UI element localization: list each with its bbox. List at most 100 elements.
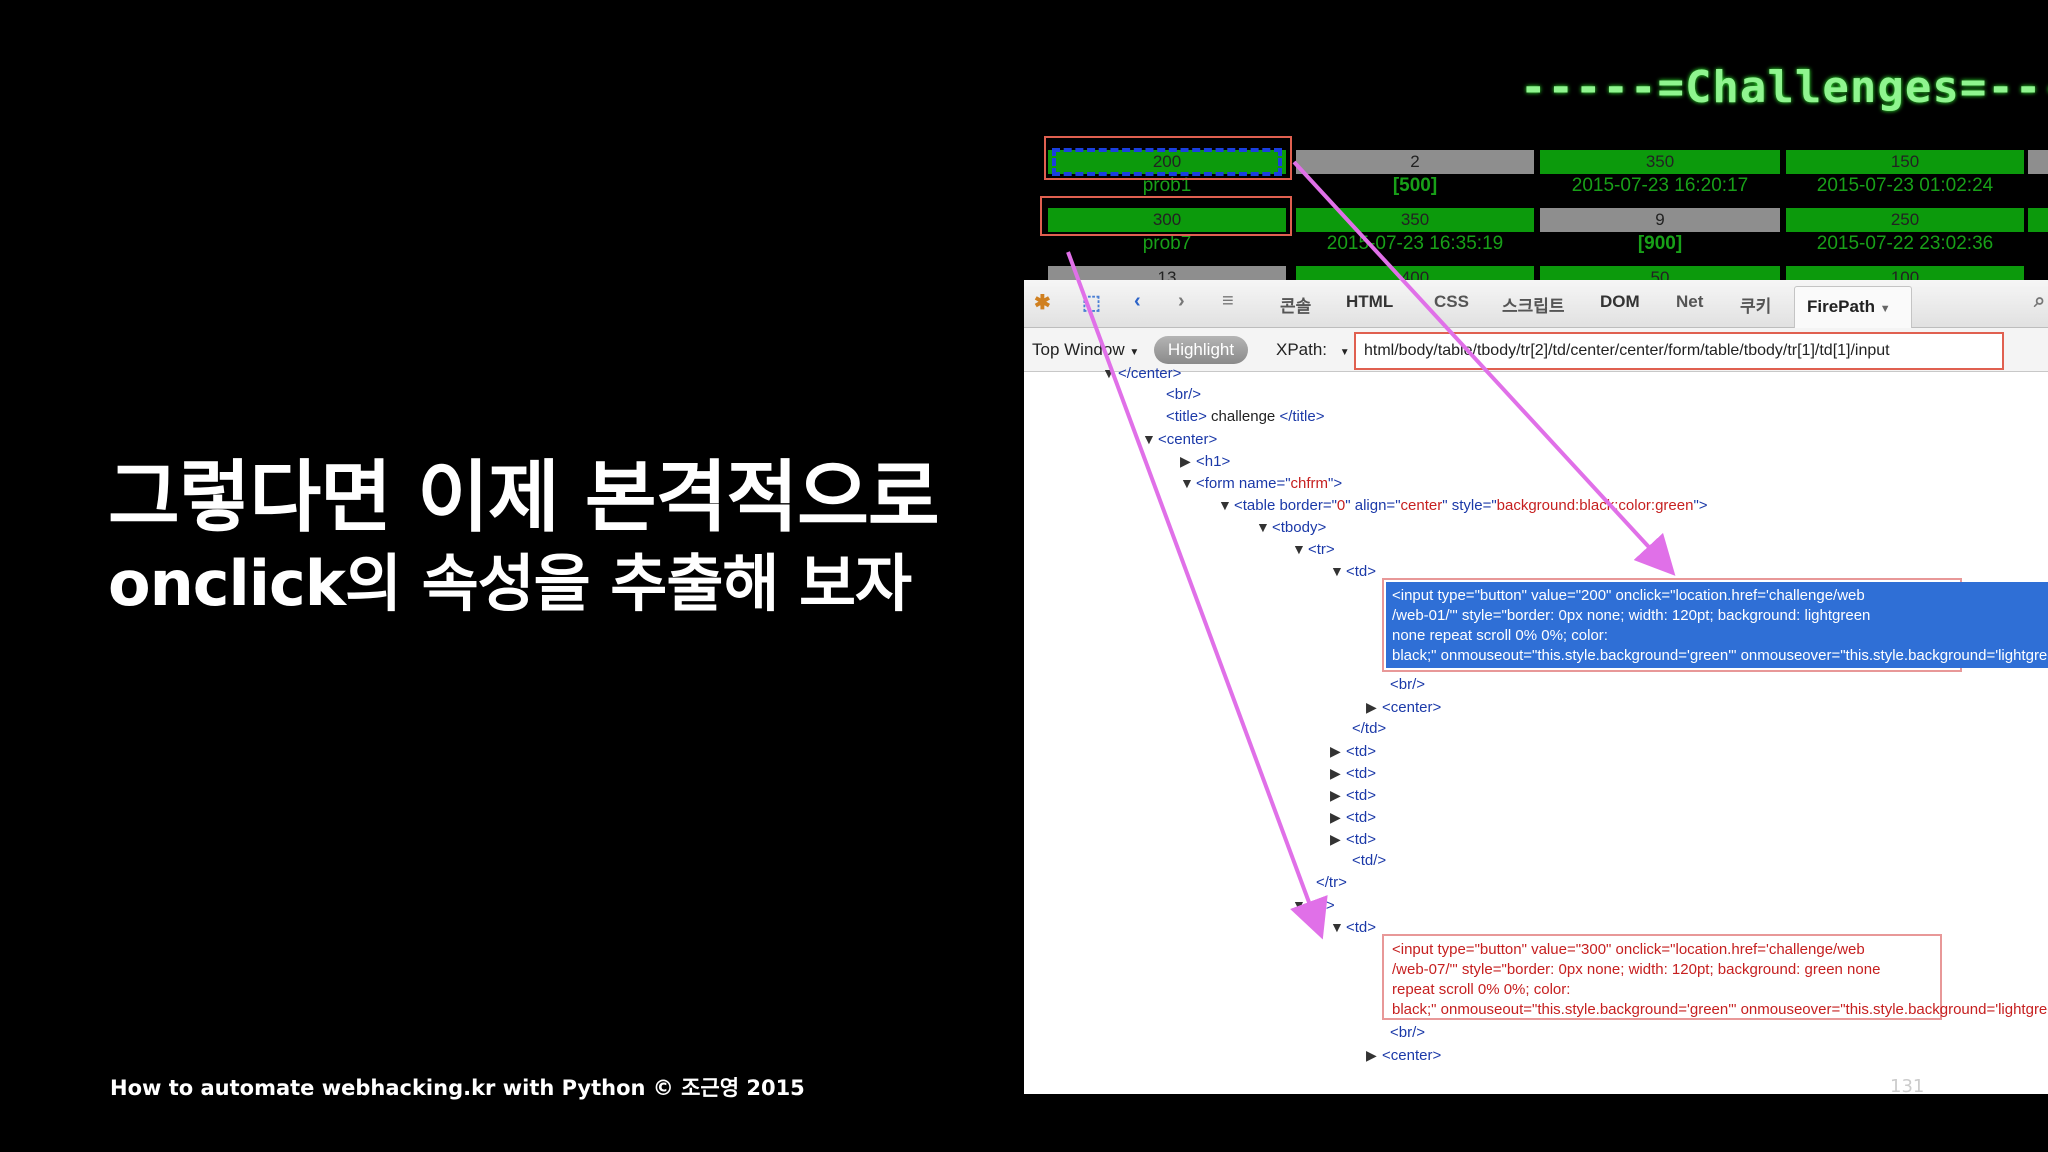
chevron-down-icon[interactable]: ▼ bbox=[1340, 347, 1350, 358]
expand-triangle-icon[interactable]: ▼ bbox=[1330, 560, 1346, 582]
collapse-triangle-icon[interactable]: ▶ bbox=[1330, 784, 1346, 806]
tree-row[interactable]: ▶ <td> bbox=[1330, 784, 1376, 806]
firebug-panel: ✱ ⬚ ‹ › ≡ 콘솔 HTML CSS 스크립트 DOM Net 쿠키 Fi… bbox=[1024, 280, 2048, 1094]
tree-row[interactable]: ▼ <tr> bbox=[1292, 894, 1335, 916]
expand-triangle-icon[interactable]: ▼ bbox=[1292, 538, 1308, 560]
tree-tag: </center> bbox=[1118, 365, 1182, 382]
title-line-1: 그렇다면 이제 본격적으로 bbox=[108, 453, 940, 543]
tree-tag: <td> bbox=[1346, 743, 1377, 760]
tree-tag: </title> bbox=[1279, 408, 1325, 425]
tree-tag: <tr> bbox=[1308, 897, 1335, 914]
tab-script[interactable]: 스크립트 bbox=[1502, 292, 1565, 317]
tree-attr-value: chfrm bbox=[1290, 475, 1329, 492]
tree-row[interactable]: </td> bbox=[1352, 718, 1386, 740]
tree-row[interactable]: ▼ <td> bbox=[1330, 560, 1376, 582]
tree-row[interactable]: <br/> bbox=[1166, 384, 1201, 406]
tree-row[interactable]: <br/> bbox=[1390, 1022, 1425, 1044]
firebug-icon[interactable]: ✱ bbox=[1034, 290, 1051, 315]
expand-triangle-icon[interactable]: ▼ bbox=[1102, 362, 1118, 384]
expand-triangle-icon[interactable]: ▼ bbox=[1142, 428, 1158, 450]
tree-row[interactable]: ▶ <td> bbox=[1330, 806, 1376, 828]
challenge-cell[interactable]: 350 2015-07-23 16:35:19 bbox=[1296, 208, 1534, 256]
selected-input-node[interactable]: <input type="button" value="200" onclick… bbox=[1386, 582, 2048, 668]
inspect-icon[interactable]: ⬚ bbox=[1082, 290, 1101, 315]
tree-tag: <td> bbox=[1346, 765, 1377, 782]
tab-html[interactable]: HTML bbox=[1346, 292, 1393, 312]
tree-row[interactable]: ▼ <form name="chfrm"> bbox=[1180, 472, 1342, 494]
tree-tag: <td> bbox=[1346, 919, 1377, 936]
collapse-triangle-icon[interactable]: ▶ bbox=[1366, 1044, 1382, 1066]
top-window-select[interactable]: Top Window ▼ bbox=[1032, 340, 1139, 360]
tree-row[interactable]: <br/> bbox=[1390, 674, 1425, 696]
tree-row[interactable]: ▶ <td> bbox=[1330, 740, 1376, 762]
challenge-cell[interactable]: 250 2015-07-22 23:02:36 bbox=[1786, 208, 2024, 256]
tree-row[interactable]: <title> challenge </title> bbox=[1166, 406, 1324, 428]
challenge-button[interactable]: 150 bbox=[1786, 150, 2024, 174]
tree-row[interactable]: ▼ <tr> bbox=[1292, 538, 1335, 560]
challenge-label: 2015-07-22 23:02:36 bbox=[1816, 233, 1994, 254]
challenge-button[interactable]: 350 bbox=[1540, 150, 1780, 174]
collapse-triangle-icon[interactable]: ▶ bbox=[1330, 828, 1346, 850]
tab-cookies[interactable]: 쿠키 bbox=[1740, 292, 1771, 317]
tree-row[interactable]: ▶ <td> bbox=[1330, 828, 1376, 850]
tree-tag: <tr> bbox=[1308, 541, 1335, 558]
tab-firepath[interactable]: FirePath ▼ bbox=[1794, 286, 1912, 328]
collapse-triangle-icon[interactable]: ▶ bbox=[1366, 696, 1382, 718]
search-icon[interactable]: ⌕ bbox=[2034, 290, 2045, 313]
tree-tag: <tbody> bbox=[1272, 519, 1327, 536]
tab-css[interactable]: CSS bbox=[1434, 292, 1469, 312]
title-line-2: onclick의 속성을 추출해 보자 bbox=[108, 547, 912, 620]
tree-row[interactable]: <td/> bbox=[1352, 850, 1386, 872]
chevron-down-icon: ▼ bbox=[1129, 347, 1140, 358]
tree-row[interactable]: ▼ <table border="0" align="center" style=… bbox=[1218, 494, 1708, 516]
tree-row[interactable]: ▶ <h1> bbox=[1180, 450, 1230, 472]
expand-triangle-icon[interactable]: ▼ bbox=[1330, 916, 1346, 938]
challenge-cell[interactable]: 2 [500] bbox=[1296, 150, 1534, 198]
tree-row[interactable]: ▼ </center> bbox=[1102, 362, 1181, 384]
tree-tag: <table border=" bbox=[1234, 497, 1337, 514]
tree-row[interactable]: </tr> bbox=[1316, 872, 1347, 894]
tree-row[interactable]: ▼ <td> bbox=[1330, 916, 1376, 938]
expand-triangle-icon[interactable]: ▼ bbox=[1218, 494, 1234, 516]
challenge-label: [500] bbox=[1392, 175, 1438, 196]
challenge-cell[interactable]: 350 2015-07-23 16:20:17 bbox=[1540, 150, 1780, 198]
challenge-cell[interactable]: 9 [900] bbox=[1540, 208, 1780, 256]
challenge-button-partial bbox=[2028, 208, 2048, 232]
collapse-triangle-icon[interactable]: ▶ bbox=[1330, 806, 1346, 828]
tab-net[interactable]: Net bbox=[1676, 292, 1703, 312]
challenge-cell[interactable]: 150 2015-07-23 01:02:24 bbox=[1786, 150, 2024, 198]
tree-tag: <td> bbox=[1346, 563, 1377, 580]
collapse-triangle-icon[interactable]: ▶ bbox=[1330, 740, 1346, 762]
xpath-input[interactable]: html/body/table/tbody/tr[2]/td/center/ce… bbox=[1354, 332, 2004, 370]
tree-tag: <td> bbox=[1346, 809, 1377, 826]
challenge-button[interactable]: 250 bbox=[1786, 208, 2024, 232]
challenge-label: 2015-07-23 16:35:19 bbox=[1326, 233, 1504, 254]
xpath-label-text: XPath: bbox=[1276, 340, 1328, 359]
tab-console[interactable]: 콘솔 bbox=[1280, 292, 1311, 317]
forward-icon[interactable]: › bbox=[1178, 290, 1185, 313]
challenge-button[interactable]: 2 bbox=[1296, 150, 1534, 174]
tab-dom[interactable]: DOM bbox=[1600, 292, 1640, 312]
tree-row[interactable]: ▶ <td> bbox=[1330, 762, 1376, 784]
tree-row[interactable]: ▶ <center> bbox=[1366, 1044, 1441, 1066]
tree-tag: <center> bbox=[1382, 699, 1442, 716]
highlight-button[interactable]: Highlight bbox=[1154, 336, 1248, 364]
back-icon[interactable]: ‹ bbox=[1134, 290, 1141, 313]
command-line-icon[interactable]: ≡ bbox=[1222, 290, 1234, 313]
html-tree: ▼ </center> <br/> <title> challenge </tit… bbox=[1024, 365, 2048, 1094]
collapse-triangle-icon[interactable]: ▶ bbox=[1330, 762, 1346, 784]
tree-row[interactable]: ▶ <center> bbox=[1366, 696, 1441, 718]
tree-tag: " style=" bbox=[1442, 497, 1497, 514]
expand-triangle-icon[interactable]: ▼ bbox=[1180, 472, 1196, 494]
tree-tag: <form name=" bbox=[1196, 475, 1291, 492]
page-number: 131 bbox=[1890, 1076, 1925, 1097]
tree-row[interactable]: ▼ <tbody> bbox=[1256, 516, 1326, 538]
tree-text: challenge bbox=[1206, 408, 1280, 425]
expand-triangle-icon[interactable]: ▼ bbox=[1256, 516, 1272, 538]
input-node-300[interactable]: <input type="button" value="300" onclick… bbox=[1386, 936, 2048, 1020]
expand-triangle-icon[interactable]: ▼ bbox=[1292, 894, 1308, 916]
challenge-button[interactable]: 9 bbox=[1540, 208, 1780, 232]
collapse-triangle-icon[interactable]: ▶ bbox=[1180, 450, 1196, 472]
challenge-button[interactable]: 350 bbox=[1296, 208, 1534, 232]
tree-row[interactable]: ▼ <center> bbox=[1142, 428, 1217, 450]
